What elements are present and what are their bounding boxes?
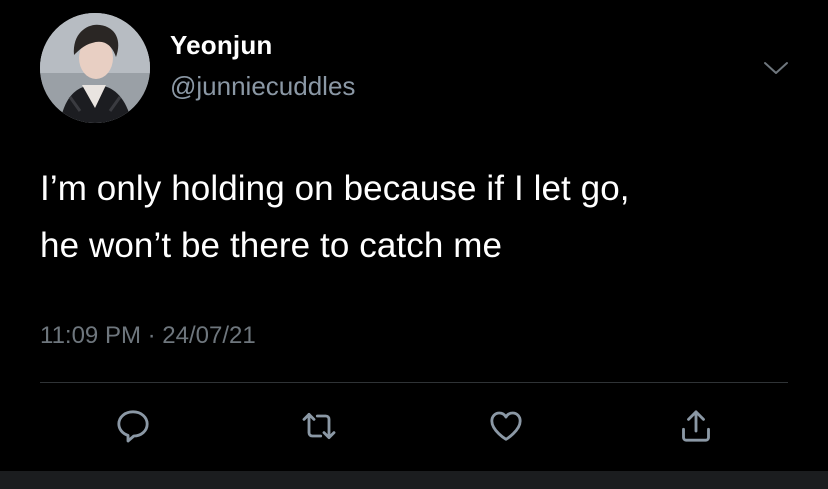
avatar-photo	[40, 13, 150, 123]
tweet-time: 11:09 PM	[40, 322, 141, 349]
avatar[interactable]	[40, 13, 150, 123]
tweet-text-line: he won’t be there to catch me	[40, 226, 503, 265]
divider	[40, 382, 788, 383]
user-handle[interactable]: @junniecuddles	[170, 71, 355, 102]
share-button[interactable]	[674, 404, 718, 448]
retweet-button[interactable]	[297, 404, 341, 448]
reply-icon	[117, 410, 149, 443]
reply-button[interactable]	[111, 404, 155, 448]
tweet-date: 24/07/21	[162, 322, 256, 349]
bottom-bar	[0, 471, 828, 489]
display-name[interactable]: Yeonjun	[170, 30, 273, 61]
like-button[interactable]	[484, 404, 528, 448]
tweet-detail: Yeonjun @junniecuddles I’m only holding …	[0, 0, 828, 489]
retweet-icon	[302, 412, 336, 440]
like-icon	[490, 411, 522, 441]
tweet-timestamp[interactable]: 11:09 PM · 24/07/21	[40, 322, 256, 350]
meta-separator: ·	[147, 322, 156, 349]
tweet-text: I’m only holding on because if I let go,…	[40, 160, 800, 274]
chevron-down-icon[interactable]	[762, 58, 790, 78]
share-icon	[682, 410, 710, 442]
tweet-text-line: I’m only holding on because if I let go,	[40, 169, 630, 208]
